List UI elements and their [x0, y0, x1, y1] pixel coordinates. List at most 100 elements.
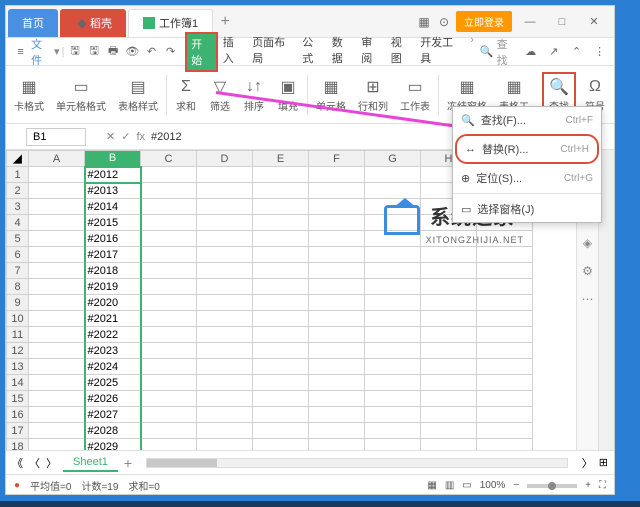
- first-sheet-icon[interactable]: 《: [12, 455, 23, 471]
- cell[interactable]: [197, 375, 253, 391]
- rg-format1[interactable]: ▦卡格式: [10, 74, 48, 115]
- cell[interactable]: [197, 199, 253, 215]
- cell[interactable]: [365, 199, 421, 215]
- rg-sum[interactable]: Σ求和: [171, 74, 201, 115]
- cell[interactable]: [421, 279, 477, 295]
- collapse-icon[interactable]: ⌃: [568, 43, 585, 61]
- row-header[interactable]: 3: [7, 199, 29, 215]
- row-header[interactable]: 2: [7, 183, 29, 199]
- menu-icon[interactable]: ≡: [12, 43, 29, 61]
- cell[interactable]: [29, 423, 85, 439]
- cell[interactable]: [421, 423, 477, 439]
- table-row[interactable]: 12#2023: [7, 343, 533, 359]
- cell[interactable]: [365, 247, 421, 263]
- cell[interactable]: [29, 279, 85, 295]
- cell[interactable]: [309, 375, 365, 391]
- undo-icon[interactable]: ↶: [143, 43, 160, 61]
- cell[interactable]: [197, 215, 253, 231]
- side-layers-icon[interactable]: ◈: [583, 236, 592, 250]
- cell[interactable]: [141, 279, 197, 295]
- zoom-value[interactable]: 100%: [480, 480, 506, 491]
- cell[interactable]: [421, 439, 477, 451]
- cell[interactable]: [309, 423, 365, 439]
- cell[interactable]: [365, 423, 421, 439]
- print-icon[interactable]: 🖶: [105, 43, 122, 61]
- table-row[interactable]: 7#2018: [7, 263, 533, 279]
- cell[interactable]: [197, 311, 253, 327]
- cell[interactable]: #2015: [85, 215, 141, 231]
- cell[interactable]: [309, 279, 365, 295]
- cell[interactable]: [365, 327, 421, 343]
- view-read-icon[interactable]: ▭: [462, 480, 471, 491]
- record-icon[interactable]: ●: [14, 480, 20, 491]
- cell[interactable]: [477, 327, 533, 343]
- cell[interactable]: [253, 167, 309, 183]
- cell[interactable]: [253, 327, 309, 343]
- cell[interactable]: [309, 407, 365, 423]
- cell[interactable]: [421, 375, 477, 391]
- cell[interactable]: [141, 167, 197, 183]
- cell[interactable]: [421, 247, 477, 263]
- cell[interactable]: [29, 199, 85, 215]
- cell[interactable]: #2029: [85, 439, 141, 451]
- cell[interactable]: [29, 167, 85, 183]
- cell[interactable]: [29, 231, 85, 247]
- grid-icon[interactable]: ▦: [416, 14, 432, 30]
- row-header[interactable]: 7: [7, 263, 29, 279]
- cell[interactable]: [309, 231, 365, 247]
- cell[interactable]: [309, 247, 365, 263]
- rg-sort[interactable]: ↓↑排序: [239, 74, 269, 115]
- cell[interactable]: [477, 391, 533, 407]
- cell[interactable]: [29, 439, 85, 451]
- cell[interactable]: [365, 439, 421, 451]
- save-icon[interactable]: 🖫: [66, 43, 83, 61]
- col-header-b[interactable]: B: [85, 151, 141, 167]
- cell[interactable]: [141, 359, 197, 375]
- cell[interactable]: [309, 183, 365, 199]
- saveas-icon[interactable]: 🖫: [86, 43, 103, 61]
- cell[interactable]: [309, 343, 365, 359]
- cell[interactable]: [197, 183, 253, 199]
- cell[interactable]: [309, 215, 365, 231]
- table-row[interactable]: 10#2021: [7, 311, 533, 327]
- cell[interactable]: [197, 439, 253, 451]
- cell[interactable]: [477, 439, 533, 451]
- cell[interactable]: [141, 247, 197, 263]
- cell[interactable]: [421, 359, 477, 375]
- cell[interactable]: [477, 231, 533, 247]
- cell[interactable]: [309, 439, 365, 451]
- cell[interactable]: [29, 375, 85, 391]
- cell[interactable]: [421, 263, 477, 279]
- cell[interactable]: #2024: [85, 359, 141, 375]
- fx-icon[interactable]: fx: [136, 131, 145, 143]
- cell[interactable]: [141, 215, 197, 231]
- cell[interactable]: #2026: [85, 391, 141, 407]
- select-all-corner[interactable]: ◢: [7, 151, 29, 167]
- global-search[interactable]: 🔍 查找: [480, 36, 516, 68]
- cell[interactable]: #2022: [85, 327, 141, 343]
- cell[interactable]: [141, 231, 197, 247]
- login-button[interactable]: 立即登录: [456, 11, 512, 32]
- formula-value[interactable]: #2012: [151, 131, 182, 143]
- cell[interactable]: [253, 359, 309, 375]
- cell[interactable]: [197, 279, 253, 295]
- table-row[interactable]: 14#2025: [7, 375, 533, 391]
- table-row[interactable]: 17#2028: [7, 423, 533, 439]
- cell[interactable]: #2012: [85, 167, 141, 183]
- cell[interactable]: #2028: [85, 423, 141, 439]
- table-row[interactable]: 5#2016: [7, 231, 533, 247]
- row-header[interactable]: 4: [7, 215, 29, 231]
- cell[interactable]: [365, 311, 421, 327]
- col-header-e[interactable]: E: [253, 151, 309, 167]
- side-toggle-icon[interactable]: ⊞: [599, 456, 608, 469]
- view-normal-icon[interactable]: ▦: [427, 480, 436, 491]
- close-button[interactable]: ✕: [580, 10, 608, 34]
- cell[interactable]: [141, 295, 197, 311]
- cell[interactable]: [477, 343, 533, 359]
- menu-file[interactable]: 文件: [31, 36, 52, 68]
- table-row[interactable]: 15#2026: [7, 391, 533, 407]
- table-row[interactable]: 18#2029: [7, 439, 533, 451]
- cell[interactable]: #2023: [85, 343, 141, 359]
- rg-sheet[interactable]: ▭工作表: [396, 74, 434, 115]
- rg-style[interactable]: ▤表格样式: [114, 74, 162, 115]
